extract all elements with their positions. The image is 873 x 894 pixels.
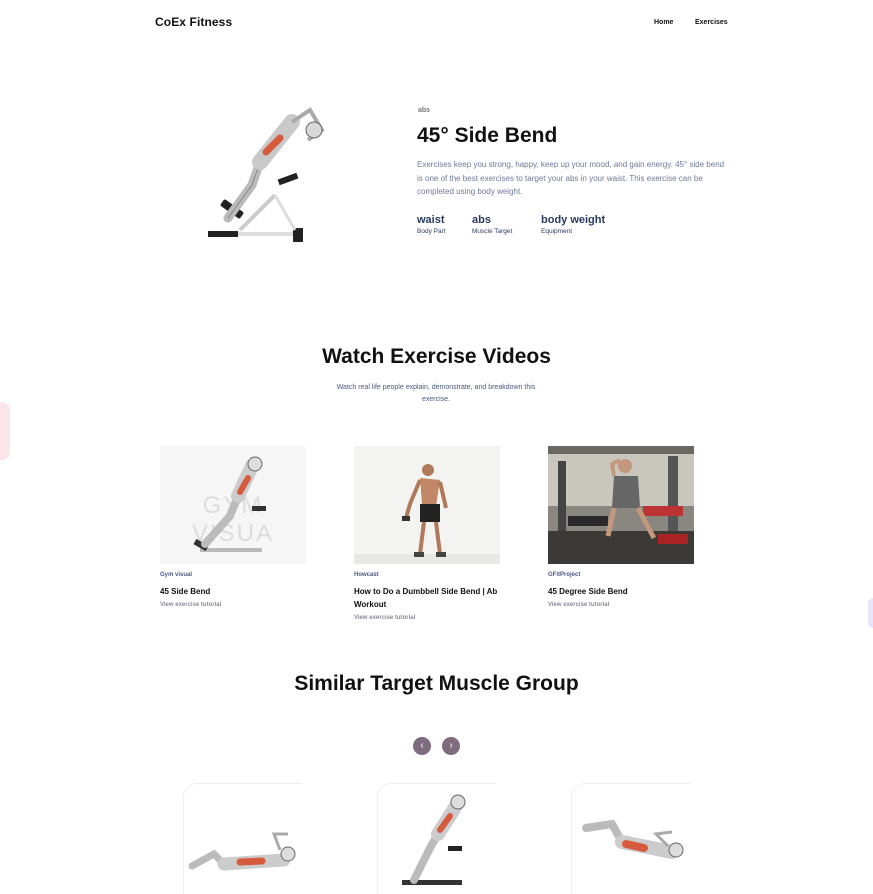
- video-thumbnail[interactable]: [548, 446, 694, 564]
- video-card[interactable]: GFitProject 45 Degree Side Bend View exe…: [548, 446, 694, 608]
- chevron-left-icon: ‹: [420, 740, 424, 751]
- carousel-next-button[interactable]: ›: [442, 737, 460, 755]
- carousel-prev-button[interactable]: ‹: [413, 737, 431, 755]
- video-title[interactable]: How to Do a Dumbbell Side Bend | Ab Work…: [354, 585, 500, 611]
- stat-label: Equipment: [541, 228, 573, 235]
- stat-equipment: body weight Equipment: [541, 214, 605, 235]
- stat-value: body weight: [541, 214, 606, 226]
- exercise-thumbnail: [402, 794, 466, 885]
- video-channel: Howcast: [354, 572, 379, 578]
- nav-home-link[interactable]: Home: [654, 19, 673, 26]
- videos-section-subtitle: Watch real life people explain, demonstr…: [336, 384, 536, 403]
- stat-value: waist: [417, 214, 445, 226]
- video-card[interactable]: Howcast How to Do a Dumbbell Side Bend |…: [354, 446, 500, 621]
- brand-logo[interactable]: CoEx Fitness: [155, 15, 232, 29]
- stat-muscle-target: abs Muscle Target: [472, 214, 512, 235]
- video-channel: GFitProject: [548, 572, 581, 578]
- gym-thumbnail-scene: [548, 446, 694, 564]
- video-channel: Gym visual: [160, 572, 193, 578]
- video-thumbnail[interactable]: GYM VISUA: [160, 446, 306, 564]
- similar-exercise-card[interactable]: [183, 783, 302, 894]
- video-thumbnail[interactable]: [354, 446, 500, 564]
- exercise-tag: abs: [418, 107, 431, 114]
- exercise-title: 45° Side Bend: [417, 124, 558, 147]
- similar-section-title: Similar Target Muscle Group: [294, 672, 579, 695]
- videos-section-title: Watch Exercise Videos: [322, 345, 551, 368]
- decorative-blob: [868, 598, 873, 628]
- stat-label: Body Part: [417, 228, 446, 235]
- nav-exercises-link[interactable]: Exercises: [695, 19, 728, 26]
- similar-exercise-card[interactable]: [377, 783, 496, 894]
- exercise-illustration: [208, 107, 325, 242]
- exercise-thumbnail: [582, 819, 684, 859]
- video-tutorial-link[interactable]: View exercise tutorial: [160, 602, 306, 608]
- stat-value: abs: [472, 214, 491, 226]
- video-title[interactable]: 45 Side Bend: [160, 585, 306, 598]
- person-thumbnail-figure: [354, 464, 500, 564]
- video-title[interactable]: 45 Degree Side Bend: [548, 585, 694, 598]
- exercise-description: Exercises keep you strong, happy, keep u…: [417, 160, 725, 196]
- stat-label: Muscle Target: [472, 228, 513, 235]
- stat-body-part: waist Body Part: [417, 214, 446, 235]
- video-card[interactable]: GYM VISUA Gym visual 45 Side Bend View e…: [160, 446, 306, 608]
- decorative-blob: [0, 402, 10, 460]
- chevron-right-icon: ›: [449, 740, 453, 751]
- exercise-thumbnail-figure: [193, 456, 266, 552]
- video-tutorial-link[interactable]: View exercise tutorial: [354, 615, 500, 621]
- similar-exercise-card[interactable]: [571, 783, 690, 894]
- exercise-thumbnail: [188, 832, 296, 871]
- video-tutorial-link[interactable]: View exercise tutorial: [548, 602, 694, 608]
